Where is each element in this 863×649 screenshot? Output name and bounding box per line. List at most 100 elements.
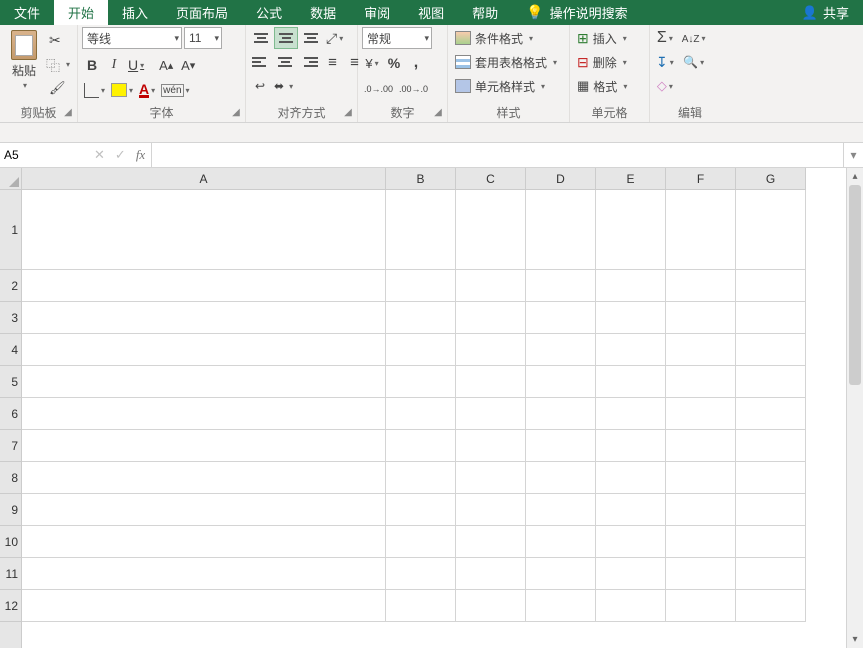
decrease-indent-button[interactable] (322, 51, 342, 73)
group-label-alignment: 对齐方式 (250, 104, 353, 122)
tab-review[interactable]: 审阅 (350, 0, 404, 25)
tell-me-search[interactable]: 💡 操作说明搜索 (512, 0, 641, 25)
accounting-format-button[interactable]: ▾ (362, 52, 382, 74)
clipboard-dialog-launcher[interactable]: ◢ (61, 106, 75, 120)
sigma-icon (657, 29, 667, 47)
number-format-combo[interactable]: 常规▾ (362, 27, 432, 49)
row-header-12[interactable]: 12 (0, 590, 21, 622)
tab-home[interactable]: 开始 (54, 0, 108, 25)
tab-view[interactable]: 视图 (404, 0, 458, 25)
decrease-font-button[interactable]: A▾ (178, 54, 198, 76)
column-header-D[interactable]: D (526, 168, 596, 189)
fill-color-button[interactable]: ▾ (109, 79, 135, 101)
enter-formula-button[interactable]: ✓ (115, 147, 126, 163)
orientation-button[interactable]: ▾ (324, 27, 345, 49)
find-select-button[interactable]: ▾ (680, 51, 708, 73)
row-header-3[interactable]: 3 (0, 302, 21, 334)
align-top-button[interactable] (250, 27, 272, 49)
number-dialog-launcher[interactable]: ◢ (431, 106, 445, 120)
font-name-combo[interactable]: 等线▾ (82, 27, 182, 49)
insert-cells-button[interactable]: 插入▾ (574, 27, 630, 49)
brush-icon (49, 80, 67, 96)
font-size-combo[interactable]: 11▾ (184, 27, 222, 49)
insert-function-button[interactable]: fx (136, 147, 145, 163)
vertical-scrollbar[interactable]: ▴ ▾ (846, 168, 863, 648)
row-header-9[interactable]: 9 (0, 494, 21, 526)
row-header-8[interactable]: 8 (0, 462, 21, 494)
conditional-format-button[interactable]: 条件格式▾ (452, 27, 536, 49)
number-format-value: 常规 (367, 30, 391, 47)
tab-page-layout[interactable]: 页面布局 (162, 0, 242, 25)
column-header-C[interactable]: C (456, 168, 526, 189)
ribbon-tabs: 文件 开始 插入 页面布局 公式 数据 审阅 视图 帮助 💡 操作说明搜索 👤 … (0, 0, 863, 25)
cell-styles-button[interactable]: 单元格样式▾ (452, 75, 548, 97)
underline-button[interactable]: U▾ (126, 54, 146, 76)
format-painter-button[interactable] (44, 77, 72, 99)
copy-button[interactable]: ▾ (44, 53, 72, 75)
formula-input[interactable] (152, 143, 843, 167)
scroll-thumb[interactable] (849, 185, 861, 385)
tab-formulas[interactable]: 公式 (242, 0, 296, 25)
cut-button[interactable] (44, 29, 72, 51)
column-header-A[interactable]: A (22, 168, 386, 189)
increase-decimal-button[interactable] (362, 77, 395, 99)
font-color-button[interactable]: A▾ (137, 79, 157, 101)
row-header-6[interactable]: 6 (0, 398, 21, 430)
font-dialog-launcher[interactable]: ◢ (229, 106, 243, 120)
paste-button[interactable]: 粘贴 ▾ (4, 27, 44, 93)
row-header-5[interactable]: 5 (0, 366, 21, 398)
percent-button[interactable] (384, 52, 404, 74)
wrap-text-button[interactable] (250, 75, 270, 97)
cancel-formula-button[interactable]: ✕ (94, 147, 105, 163)
clear-button[interactable]: ▾ (654, 75, 676, 97)
row-header-4[interactable]: 4 (0, 334, 21, 366)
group-styles: 条件格式▾ 套用表格格式▾ 单元格样式▾ 样式 (448, 25, 570, 122)
tab-data[interactable]: 数据 (296, 0, 350, 25)
row-header-1[interactable]: 1 (0, 190, 21, 270)
phonetic-button[interactable]: wén▾ (159, 79, 191, 101)
tab-help[interactable]: 帮助 (458, 0, 512, 25)
column-header-B[interactable]: B (386, 168, 456, 189)
tab-file[interactable]: 文件 (0, 0, 54, 25)
group-cells: 插入▾ 删除▾ 格式▾ 单元格 (570, 25, 650, 122)
cell-area[interactable] (22, 190, 846, 648)
comma-button[interactable] (406, 52, 426, 74)
row-header-11[interactable]: 11 (0, 558, 21, 590)
align-right-button[interactable] (298, 51, 320, 73)
group-label-editing: 编辑 (654, 104, 726, 122)
scroll-down-button[interactable]: ▾ (847, 631, 863, 648)
bold-button[interactable]: B (82, 54, 102, 76)
group-number: 常规▾ ▾ 数字 ◢ (358, 25, 448, 122)
row-header-10[interactable]: 10 (0, 526, 21, 558)
alignment-dialog-launcher[interactable]: ◢ (341, 106, 355, 120)
align-middle-button[interactable] (274, 27, 298, 49)
align-center-button[interactable] (274, 51, 296, 73)
sort-filter-button[interactable]: ▾ (680, 27, 708, 49)
scroll-up-button[interactable]: ▴ (847, 168, 863, 185)
row-header-2[interactable]: 2 (0, 270, 21, 302)
formula-bar: ▾ ✕ ✓ fx ▾ (0, 143, 863, 168)
row-header-7[interactable]: 7 (0, 430, 21, 462)
merge-center-button[interactable]: ▾ (272, 75, 295, 97)
decrease-decimal-button[interactable] (397, 77, 430, 99)
column-header-E[interactable]: E (596, 168, 666, 189)
italic-button[interactable]: I (104, 54, 124, 76)
group-font: 等线▾ 11▾ B I U▾ A▴ A▾ ▾ ▾ A▾ wén▾ 字体 (78, 25, 246, 122)
column-header-G[interactable]: G (736, 168, 806, 189)
table-format-icon (455, 55, 471, 69)
decrease-decimal-icon (399, 81, 428, 95)
expand-formula-bar[interactable]: ▾ (843, 143, 863, 167)
borders-button[interactable]: ▾ (82, 79, 107, 101)
share-button[interactable]: 👤 共享 (788, 0, 863, 25)
autosum-button[interactable]: ▾ (654, 27, 676, 49)
format-as-table-button[interactable]: 套用表格格式▾ (452, 51, 560, 73)
fill-button[interactable]: ▾ (654, 51, 676, 73)
column-header-F[interactable]: F (666, 168, 736, 189)
select-all-button[interactable] (0, 168, 22, 190)
tab-insert[interactable]: 插入 (108, 0, 162, 25)
align-bottom-button[interactable] (300, 27, 322, 49)
align-left-button[interactable] (250, 51, 272, 73)
delete-cells-button[interactable]: 删除▾ (574, 51, 630, 73)
increase-font-button[interactable]: A▴ (156, 54, 176, 76)
format-cells-button[interactable]: 格式▾ (574, 75, 630, 97)
